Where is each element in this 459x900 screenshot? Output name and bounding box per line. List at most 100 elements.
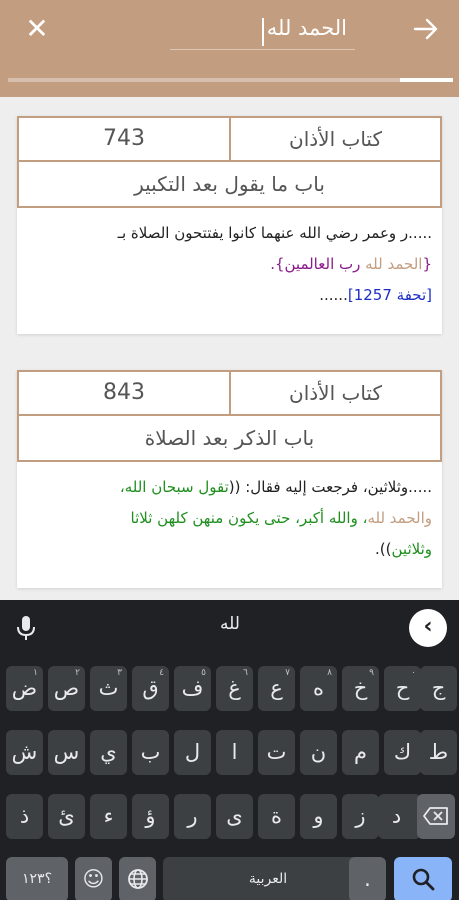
key-letter[interactable]: ق٤ — [132, 666, 169, 711]
key-label: ض — [11, 676, 38, 700]
key-letter[interactable]: ز — [342, 794, 379, 839]
key-letter[interactable]: ل — [174, 730, 211, 775]
word-suggestion[interactable]: لله — [200, 614, 260, 634]
result-card[interactable]: 843 كتاب الأذان باب الذكر بعد الصلاة ...… — [17, 370, 442, 588]
plain-text: .....وثلاثين، فرجعت إليه فقال: (( — [228, 478, 432, 496]
text-line: [تحفة 1257]...... — [27, 280, 432, 311]
reference-link[interactable]: [تحفة 1257] — [348, 286, 432, 304]
text-caret — [262, 18, 264, 46]
key-label: م — [353, 740, 367, 764]
key-letter[interactable]: ن — [300, 730, 337, 775]
key-hint: ٩ — [369, 668, 374, 678]
key-label: ا — [231, 740, 238, 764]
key-label: ب — [140, 740, 161, 764]
key-hint: ٧ — [285, 668, 290, 678]
prophet-speech: ، والله أكبر، حتى يكون منهن كلهن ثلاثا — [130, 509, 368, 527]
key-letter[interactable]: س — [48, 730, 85, 775]
language-key[interactable] — [119, 857, 156, 900]
suggestion-bar: لله ‹ — [0, 600, 459, 654]
key-letter[interactable]: ي — [90, 730, 127, 775]
prophet-speech: تقول سبحان الله، — [119, 478, 229, 496]
key-label: ر — [187, 804, 198, 828]
key-label: ه — [312, 676, 324, 700]
hadith-number: 843 — [17, 370, 231, 416]
key-letter[interactable]: ث٣ — [90, 666, 127, 711]
book-title: كتاب الأذان — [229, 116, 442, 162]
key-letter[interactable]: ع٧ — [258, 666, 295, 711]
key-letter[interactable]: ح٠ — [384, 666, 421, 711]
key-letter[interactable]: ر — [174, 794, 211, 839]
key-hint: ١ — [33, 668, 38, 678]
key-label: ف — [181, 676, 204, 700]
hadith-number: 743 — [17, 116, 231, 162]
key-letter[interactable]: ؤ — [132, 794, 169, 839]
search-progress-fill — [399, 78, 453, 82]
highlight-match: والحمد لله — [367, 509, 432, 527]
search-query[interactable]: الحمد لله — [267, 16, 347, 40]
key-label: ع — [270, 676, 283, 700]
key-letter[interactable]: ه٨ — [300, 666, 337, 711]
search-input[interactable]: الحمد لله — [170, 10, 355, 50]
key-letter[interactable]: و — [300, 794, 337, 839]
key-letter[interactable]: د — [378, 794, 415, 839]
emoji-key[interactable]: ☺ — [75, 857, 112, 900]
key-letter[interactable]: ا — [216, 730, 253, 775]
arrow-right-icon[interactable] — [411, 14, 441, 44]
key-hint: ٢ — [75, 668, 80, 678]
key-letter[interactable]: ض١ — [6, 666, 43, 711]
soft-keyboard: لله ‹ ض١ص٢ث٣ق٤ف٥غ٦ع٧ه٨خ٩ح٠جشسيبلاتنمكطذئ… — [0, 600, 459, 900]
key-letter[interactable]: ذ — [6, 794, 43, 839]
key-label: و — [313, 804, 324, 828]
key-label: غ — [228, 676, 241, 700]
key-letter[interactable]: ش — [6, 730, 43, 775]
key-label: ث — [98, 676, 119, 700]
key-label: ل — [184, 740, 201, 764]
top-bar: ✕ الحمد لله — [0, 0, 459, 97]
key-letter[interactable]: خ٩ — [342, 666, 379, 711]
key-hint: ٦ — [243, 668, 248, 678]
chapter-title: باب الذكر بعد الصلاة — [17, 414, 442, 462]
key-label: ذ — [19, 804, 30, 828]
key-hint: ٥ — [201, 668, 206, 678]
key-letter[interactable]: ء — [90, 794, 127, 839]
key-label: ى — [226, 804, 243, 828]
key-label: ت — [266, 740, 287, 764]
text-line: وثلاثين)). — [27, 534, 432, 565]
text-line: {الحمد لله رب العالمين}. — [27, 249, 432, 280]
search-key[interactable] — [394, 857, 452, 900]
close-icon[interactable]: ✕ — [22, 14, 52, 44]
space-bar[interactable]: العربية — [163, 857, 373, 900]
key-label: س — [53, 740, 80, 764]
key-letter[interactable]: ص٢ — [48, 666, 85, 711]
key-letter[interactable]: ب — [132, 730, 169, 775]
search-icon — [412, 868, 435, 891]
key-letter[interactable]: ج — [420, 666, 457, 711]
hadith-text: .....وثلاثين، فرجعت إليه فقال: ((تقول سب… — [27, 472, 432, 565]
backspace-key[interactable] — [417, 794, 455, 839]
ellipsis: ...... — [319, 286, 348, 304]
key-letter[interactable]: ك — [384, 730, 421, 775]
quran-brace: { — [422, 255, 432, 273]
highlight-match: الحمد لله — [365, 255, 423, 273]
text-line: .....وثلاثين، فرجعت إليه فقال: ((تقول سب… — [27, 472, 432, 503]
key-letter[interactable]: ى — [216, 794, 253, 839]
key-letter[interactable]: ة — [258, 794, 295, 839]
microphone-icon[interactable] — [14, 614, 38, 642]
key-hint: ٨ — [327, 668, 332, 678]
period-key[interactable]: . — [349, 857, 386, 900]
key-letter[interactable]: غ٦ — [216, 666, 253, 711]
key-letter[interactable]: م — [342, 730, 379, 775]
key-letter[interactable]: ف٥ — [174, 666, 211, 711]
backspace-icon — [423, 807, 448, 825]
key-label: ش — [11, 740, 38, 764]
key-label: د — [391, 804, 402, 828]
key-letter[interactable]: ت — [258, 730, 295, 775]
key-letter[interactable]: ط — [420, 730, 457, 775]
key-hint: ٣ — [117, 668, 122, 678]
result-card[interactable]: 743 كتاب الأذان باب ما يقول بعد التكبير … — [17, 116, 442, 334]
symbols-key[interactable]: ؟١٢٣ — [6, 857, 68, 900]
chevron-left-icon[interactable]: ‹ — [409, 609, 447, 647]
key-label: ي — [100, 740, 117, 764]
key-label: ق — [142, 676, 159, 700]
key-letter[interactable]: ئ — [48, 794, 85, 839]
